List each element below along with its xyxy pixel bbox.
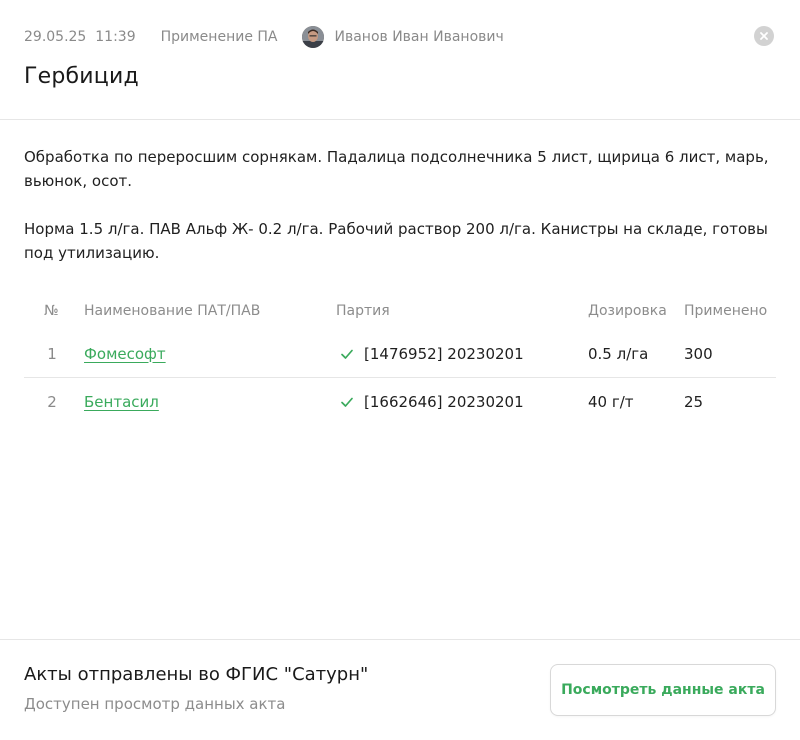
description: Обработка по переросшим сорнякам. Падали…: [24, 145, 776, 265]
product-link[interactable]: Фомесофт: [84, 345, 166, 363]
product-name: Фомесофт: [84, 345, 336, 363]
date: 29.05.25: [24, 29, 87, 45]
table-row: 1 Фомесофт [1476952] 20230201 0.5 л/га 3…: [24, 330, 776, 378]
modal-header: 29.05.25 11:39 Применение ПА Иванов Иван…: [0, 0, 800, 120]
header-name: Наименование ПАТ/ПАВ: [84, 303, 261, 319]
avatar: [302, 26, 325, 48]
check-icon: [341, 397, 353, 407]
batch-cell: [1476952] 20230201: [336, 345, 588, 363]
datetime: 29.05.25 11:39: [24, 29, 136, 45]
check-icon: [341, 349, 353, 359]
batch-cell: [1662646] 20230201: [336, 393, 588, 411]
row-num: 2: [47, 393, 57, 411]
author-name: Иванов Иван Иванович: [334, 29, 504, 45]
dose-value: 0.5 л/га: [588, 344, 649, 363]
dose-value: 40 г/т: [588, 393, 634, 411]
product-link[interactable]: Бентасил: [84, 393, 159, 411]
applied-value: 25: [684, 393, 704, 411]
batch-value: [1662646] 20230201: [364, 393, 524, 411]
header-dose: Дозировка: [588, 303, 667, 319]
time: 11:39: [95, 29, 136, 45]
meta-line: 29.05.25 11:39 Применение ПА Иванов Иван…: [24, 26, 504, 48]
table-header: № Наименование ПАТ/ПАВ Партия Дозировка …: [24, 292, 776, 330]
header-batch: Партия: [336, 303, 390, 319]
applied-value: 300: [684, 344, 713, 363]
close-icon: [760, 32, 768, 40]
product-name: Бентасил: [84, 393, 336, 411]
record-type: Применение ПА: [160, 29, 278, 45]
batch-value: [1476952] 20230201: [364, 344, 524, 363]
row-num: 1: [47, 344, 57, 363]
avatar-image: [302, 26, 325, 48]
header-num: №: [44, 303, 59, 319]
page-title: Гербицид: [24, 64, 139, 89]
footer-title: Акты отправлены во ФГИС "Сатурн": [24, 664, 369, 685]
close-button[interactable]: [754, 26, 774, 46]
modal-footer: Акты отправлены во ФГИС "Сатурн" Доступе…: [0, 639, 800, 740]
description-paragraph-2: Норма 1.5 л/га. ПАВ Альф Ж- 0.2 л/га. Ра…: [24, 220, 768, 262]
footer-subtitle: Доступен просмотр данных акта: [24, 695, 286, 713]
view-act-data-button[interactable]: Посмотреть данные акта: [550, 664, 776, 716]
description-paragraph-1: Обработка по переросшим сорнякам. Падали…: [24, 148, 769, 190]
header-applied: Применено: [684, 303, 768, 319]
table-row: 2 Бентасил [1662646] 20230201 40 г/т 25: [24, 378, 776, 426]
products-table: № Наименование ПАТ/ПАВ Партия Дозировка …: [24, 292, 776, 426]
